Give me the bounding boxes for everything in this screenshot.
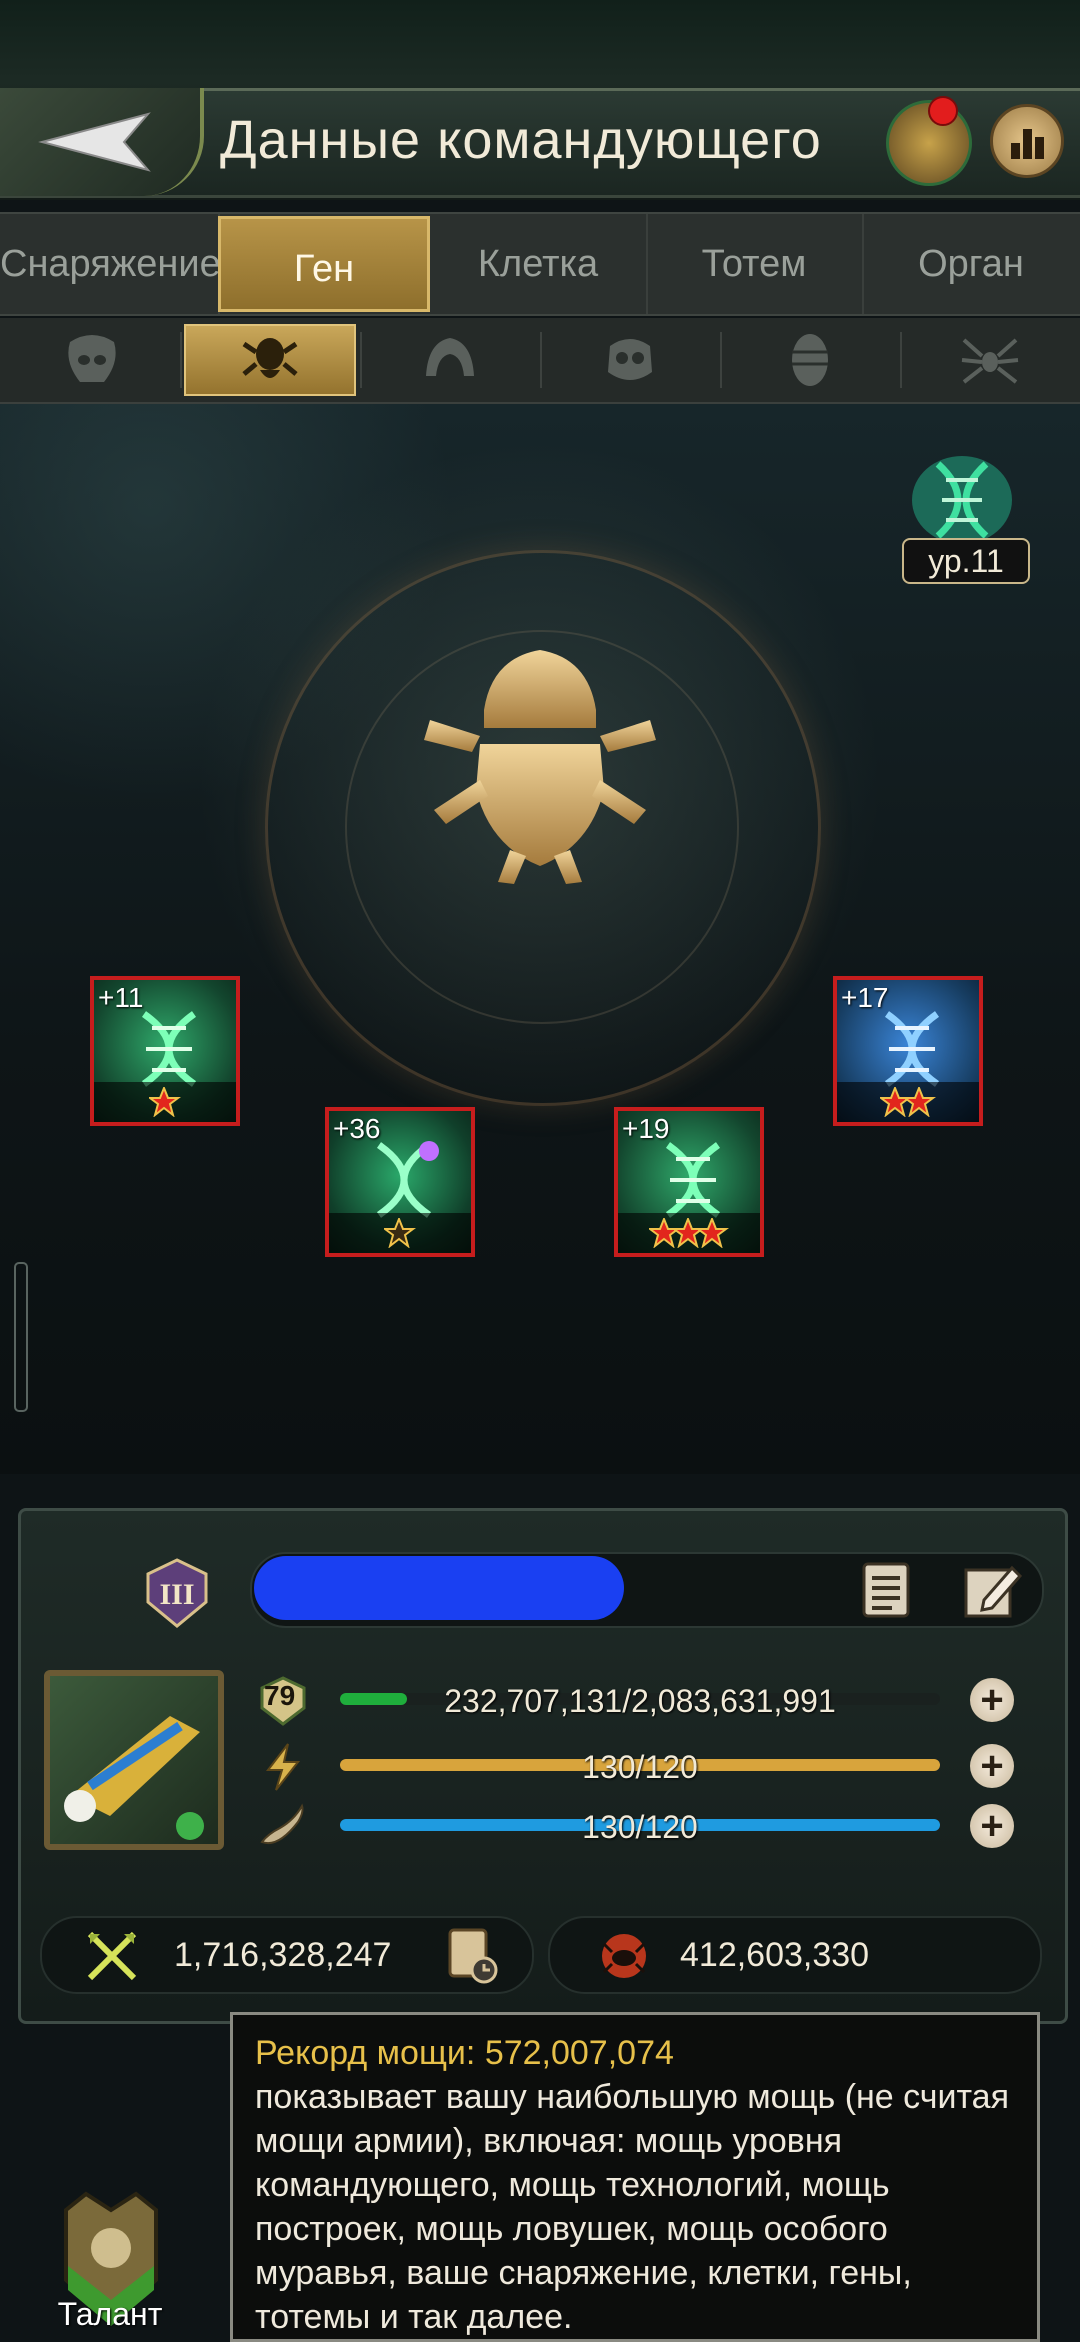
dna-helix-icon	[376, 1141, 439, 1218]
horn-icon	[258, 1802, 308, 1852]
star-icons	[384, 1218, 416, 1248]
notification-dot	[928, 96, 958, 126]
star-icon	[384, 1218, 416, 1248]
mantis-icon	[426, 338, 474, 376]
main-tabs: Снаряжение Ген Клетка Тотем Орган	[0, 212, 1080, 316]
tab-cell[interactable]: Клетка	[430, 214, 648, 314]
subtab-ant-head[interactable]	[6, 324, 178, 396]
subtab-spider[interactable]	[904, 324, 1076, 396]
gene-level-badge: ур.11	[902, 538, 1030, 584]
subtab-divider	[540, 332, 542, 388]
notes-icon	[862, 1562, 910, 1618]
lightning-icon	[258, 1742, 308, 1792]
edit-icon	[964, 1565, 1023, 1618]
gene-card[interactable]: +11	[90, 976, 240, 1126]
back-arrow-icon	[38, 112, 151, 172]
tab-equipment[interactable]: Снаряжение	[0, 214, 221, 314]
crossed-swords-icon	[87, 1931, 137, 1981]
back-button[interactable]	[0, 88, 204, 196]
svg-text:III: III	[159, 1578, 194, 1611]
subtab-divider	[900, 332, 902, 388]
star-rating	[94, 1082, 236, 1122]
dna-helix-icon	[141, 1011, 197, 1087]
star-icons	[149, 1087, 181, 1117]
skull-bug-icon	[608, 339, 652, 380]
subtab-beetle[interactable]	[184, 324, 356, 396]
power-record-icon[interactable]	[442, 1926, 502, 1986]
rank-badge-icon[interactable]: III	[142, 1558, 212, 1628]
add-exp-button[interactable]: +	[970, 1678, 1014, 1722]
larva-icon	[792, 334, 828, 386]
star-rating	[329, 1213, 471, 1253]
level-badge-icon: 79	[258, 1676, 308, 1726]
stamina-value: 130/120	[582, 1809, 698, 1845]
gene-level-text: +19	[622, 1113, 670, 1144]
gene-level-text: +11	[98, 982, 144, 1013]
star-icon	[671, 1218, 705, 1248]
ranking-icon	[1011, 129, 1044, 159]
subtab-divider	[360, 332, 362, 388]
energy-row: 130/120 +	[258, 1742, 1014, 1792]
spider-icon	[961, 338, 1019, 384]
gene-card[interactable]: +19	[614, 1107, 764, 1257]
subtab-divider	[720, 332, 722, 388]
commander-avatar[interactable]	[44, 1670, 224, 1850]
ant-head-icon	[68, 335, 116, 382]
power-value: 1,716,328,247	[174, 1936, 392, 1974]
tab-organ[interactable]: Орган	[862, 214, 1080, 314]
gene-card[interactable]: +17	[833, 976, 983, 1126]
star-icons	[649, 1218, 729, 1248]
exp-value: 232,707,131/2,083,631,991	[444, 1683, 836, 1719]
subtab-divider	[180, 332, 182, 388]
side-drawer-handle[interactable]	[14, 1262, 28, 1412]
star-rating	[618, 1213, 760, 1253]
ant-vehicle-icon	[64, 1716, 204, 1840]
star-icon	[880, 1087, 912, 1117]
edit-name-button[interactable]	[962, 1560, 1023, 1620]
tab-totem[interactable]: Тотем	[646, 214, 864, 314]
exp-row: 79 232,707,131/2,083,631,991 +	[258, 1676, 1014, 1726]
dna-helix-icon	[665, 1142, 721, 1218]
page-title: Данные командующего	[220, 110, 822, 170]
subtab-mantis[interactable]	[364, 324, 536, 396]
star-icon	[695, 1218, 729, 1248]
subtab-larva[interactable]	[724, 324, 896, 396]
beetle-icon	[242, 338, 298, 378]
subtab-skull-bug[interactable]	[544, 324, 716, 396]
notes-button[interactable]	[856, 1560, 916, 1620]
commander-level: 79	[264, 1680, 296, 1711]
gene-card[interactable]: +36	[325, 1107, 475, 1257]
gene-level-text: +36	[333, 1113, 381, 1144]
ant-kills-icon	[602, 1934, 646, 1978]
star-icon	[649, 1218, 681, 1248]
beetle-emblem-icon	[410, 640, 670, 895]
star-icon	[149, 1087, 181, 1117]
star-icons	[880, 1087, 936, 1117]
tooltip-title: Рекорд мощи: 572,007,074	[255, 2034, 674, 2072]
star-icon	[902, 1087, 936, 1117]
kills-value: 412,603,330	[680, 1936, 870, 1974]
tab-gene[interactable]: Ген	[218, 216, 430, 312]
ranking-button[interactable]	[990, 104, 1064, 178]
subtabs	[0, 318, 1080, 404]
stamina-row: 130/120 +	[258, 1802, 1014, 1852]
star-rating	[837, 1082, 979, 1122]
talent-label: Талант	[57, 2296, 163, 2332]
power-box: 1,716,328,247	[40, 1916, 534, 1994]
add-energy-button[interactable]: +	[970, 1744, 1014, 1788]
kills-box: 412,603,330	[548, 1916, 1042, 1994]
energy-value: 130/120	[582, 1749, 698, 1785]
redacted-name	[254, 1556, 624, 1620]
add-stamina-button[interactable]: +	[970, 1804, 1014, 1848]
dna-helix-icon	[884, 1011, 940, 1087]
gene-level-text: +17	[841, 982, 889, 1013]
power-record-tooltip: Рекорд мощи: 572,007,074 показывает вашу…	[230, 2012, 1040, 2342]
tooltip-body: показывает вашу наибольшую мощь (не счит…	[255, 2078, 1009, 2336]
